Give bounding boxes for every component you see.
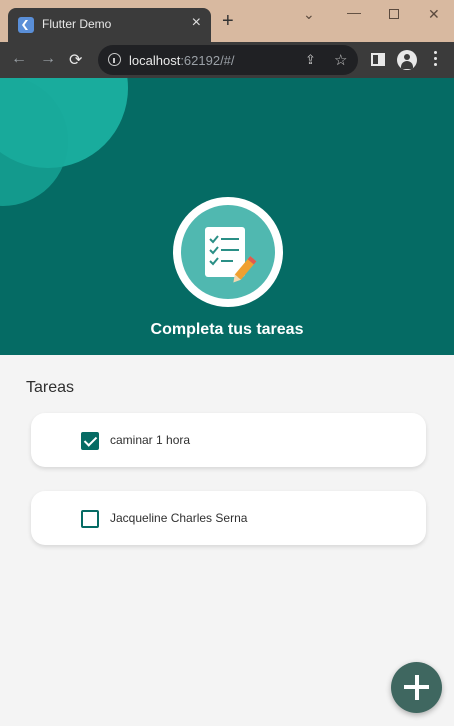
section-title: Tareas [26, 379, 75, 396]
task-logo [173, 197, 283, 307]
browser-titlebar: Flutter Demo × + ⌄ — ✕ [0, 0, 454, 42]
browser-toolbar: ← → ⟳ localhost:62192/#/ ⇪ ☆ [0, 42, 454, 78]
app-header: Completa tus tareas [0, 78, 454, 355]
task-label: Jacqueline Charles Serna [110, 511, 248, 525]
tab-title: Flutter Demo [42, 17, 112, 31]
share-icon[interactable]: ⇪ [305, 52, 316, 68]
flutter-favicon-icon [18, 17, 34, 33]
tab-search-icon[interactable]: ⌄ [303, 6, 315, 23]
close-window-button[interactable]: ✕ [428, 6, 440, 23]
menu-icon[interactable] [434, 51, 438, 69]
task-label: caminar 1 hora [110, 433, 191, 447]
maximize-button[interactable] [389, 6, 399, 22]
url-text: localhost:62192/#/ [129, 53, 235, 68]
profile-icon[interactable] [397, 50, 417, 70]
back-icon[interactable]: ← [11, 50, 27, 68]
reload-icon[interactable]: ⟳ [69, 50, 82, 70]
browser-tab[interactable]: Flutter Demo × [8, 8, 211, 42]
star-icon[interactable]: ☆ [334, 51, 347, 69]
task-checkbox[interactable] [81, 510, 99, 528]
header-title: Completa tus tareas [150, 321, 304, 338]
new-tab-button[interactable]: + [222, 11, 234, 31]
minimize-button[interactable]: — [347, 4, 361, 20]
info-icon[interactable] [108, 53, 121, 66]
side-panel-icon[interactable] [371, 53, 385, 66]
forward-icon[interactable]: → [40, 50, 56, 68]
task-card[interactable]: caminar 1 hora [31, 413, 426, 467]
task-checkbox[interactable] [81, 432, 99, 450]
tab-close-icon[interactable]: × [192, 14, 201, 32]
add-task-button[interactable] [391, 662, 442, 713]
checklist-icon [181, 205, 275, 299]
task-card[interactable]: Jacqueline Charles Serna [31, 491, 426, 545]
address-bar[interactable]: localhost:62192/#/ ⇪ ☆ [98, 45, 358, 75]
